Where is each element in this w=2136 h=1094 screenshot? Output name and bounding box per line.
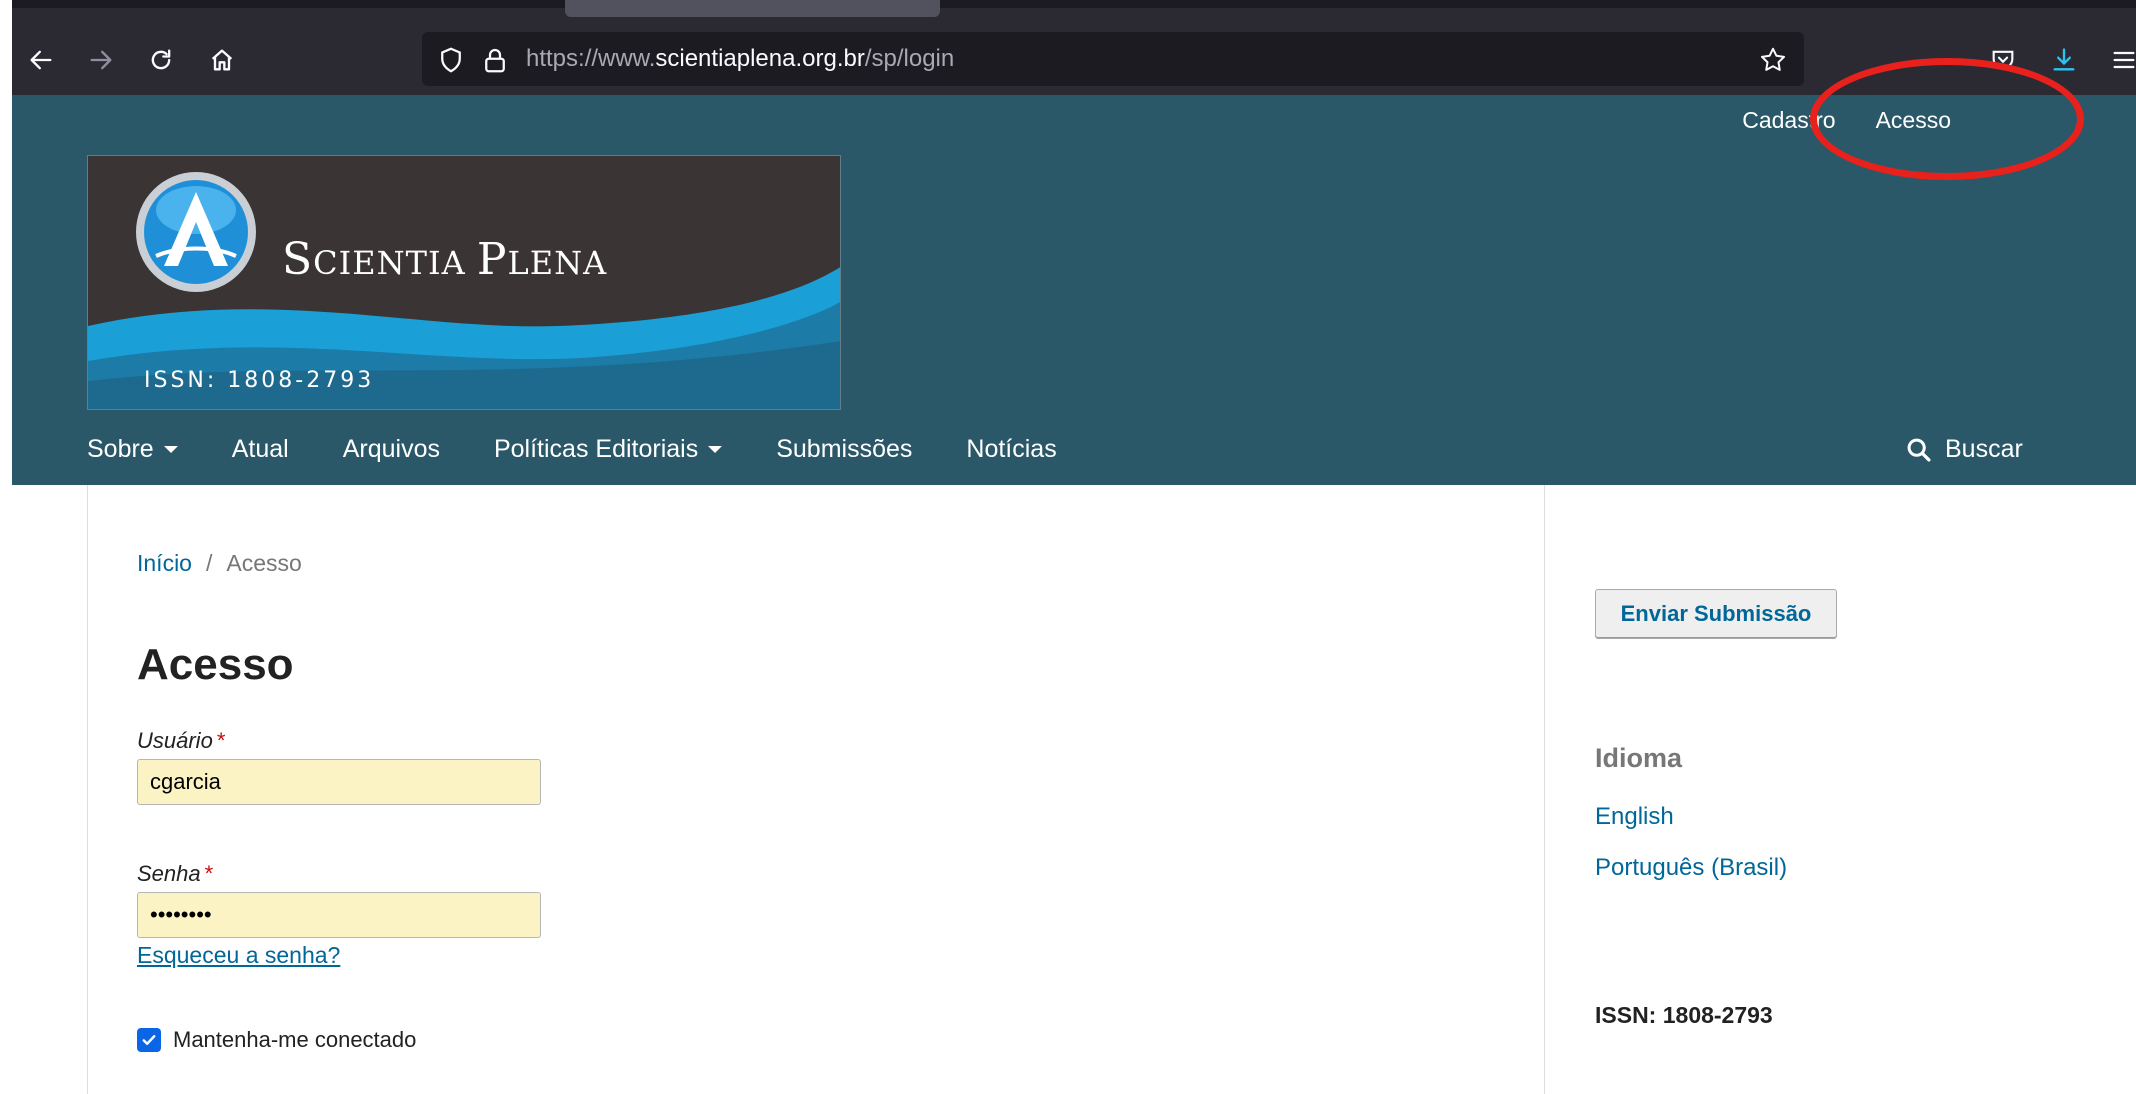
- breadcrumb: Início / Acesso: [137, 550, 302, 577]
- main-content: Início / Acesso Acesso Usuário * cgarcia Se…: [87, 485, 1545, 1094]
- language-link-portugues[interactable]: Português (Brasil): [1595, 854, 1787, 882]
- nav-item-noticias[interactable]: Notícias: [966, 435, 1056, 464]
- browser-toolbar: https://www.scientiaplena.org.br/sp/logi…: [0, 0, 2136, 95]
- dropdown-caret-icon: [708, 446, 723, 453]
- logo-globe-icon: [136, 172, 256, 292]
- breadcrumb-separator: /: [205, 550, 213, 576]
- nav-item-submissoes[interactable]: Submissões: [776, 435, 912, 464]
- language-title: Idioma: [1595, 743, 1683, 773]
- nav-label: Sobre: [87, 435, 154, 463]
- bookmark-star-icon[interactable]: [1758, 45, 1788, 75]
- logo-title-rest-2: LENA: [507, 244, 608, 282]
- remember-me-label: Mantenha-me conectado: [173, 1027, 417, 1052]
- nav-label: Submissões: [776, 435, 913, 463]
- breadcrumb-current: Acesso: [226, 550, 302, 576]
- url-prefix: https://www.: [526, 45, 656, 72]
- tab-indicator[interactable]: [565, 0, 940, 17]
- main-nav: Sobre Atual Arquivos Políticas Editoriai…: [87, 435, 1111, 464]
- dropdown-caret-icon: [163, 446, 178, 453]
- search-icon: [1907, 438, 1931, 462]
- lock-icon[interactable]: [480, 45, 510, 75]
- url-host: scientiaplena.org.br: [655, 45, 865, 72]
- username-label-text: Usuário: [137, 728, 213, 753]
- logo-title: SCIENTIA PLENA: [282, 234, 607, 285]
- logo-title-initial-2: P: [476, 234, 508, 285]
- password-input[interactable]: ••••••••: [137, 892, 541, 938]
- nav-label: Arquivos: [342, 435, 440, 463]
- site-header: Cadastro Acesso SCIENTIA PLENA ISSN: 180…: [12, 95, 2136, 485]
- required-mark: *: [216, 728, 226, 753]
- logo-title-rest-1: CIENTIA: [313, 244, 477, 282]
- nav-label: Notícias: [966, 435, 1057, 463]
- reload-icon[interactable]: [143, 42, 179, 78]
- nav-item-sobre[interactable]: Sobre: [87, 435, 178, 464]
- password-label-text: Senha: [137, 861, 201, 886]
- window-edge: [0, 0, 12, 1094]
- sidebar-issn: ISSN: 1808-2793: [1595, 1002, 1773, 1028]
- username-label: Usuário *: [137, 728, 225, 754]
- logo-title-initial-1: S: [282, 234, 314, 285]
- remember-me-checkbox[interactable]: Mantenha-me conectado: [137, 1027, 416, 1053]
- nav-label: Atual: [231, 435, 289, 463]
- logo-issn: ISSN: 1808-2793: [144, 368, 375, 393]
- forward-icon[interactable]: [83, 42, 119, 78]
- language-link-english[interactable]: English: [1595, 803, 1674, 831]
- tab-strip: [0, 0, 2136, 8]
- download-icon[interactable]: [2046, 42, 2082, 78]
- url-bar[interactable]: https://www.scientiaplena.org.br/sp/logi…: [422, 32, 1804, 86]
- search-link[interactable]: Buscar: [1905, 435, 2023, 464]
- annotation-circle: [1810, 58, 2084, 180]
- nav-label: Políticas Editoriais: [493, 435, 699, 463]
- submit-manuscript-button[interactable]: Enviar Submissão: [1595, 589, 1837, 639]
- nav-item-atual[interactable]: Atual: [232, 435, 289, 464]
- back-icon[interactable]: [23, 42, 59, 78]
- menu-icon[interactable]: [2106, 42, 2136, 78]
- required-mark: *: [204, 861, 214, 886]
- search-label: Buscar: [1945, 435, 2023, 463]
- url-path: /sp/login: [864, 45, 955, 72]
- journal-logo[interactable]: SCIENTIA PLENA ISSN: 1808-2793: [87, 155, 841, 410]
- nav-item-politicas[interactable]: Políticas Editoriais: [493, 435, 723, 464]
- url-text[interactable]: https://www.scientiaplena.org.br/sp/logi…: [526, 45, 954, 73]
- username-input[interactable]: cgarcia: [137, 759, 541, 805]
- nav-item-arquivos[interactable]: Arquivos: [343, 435, 440, 464]
- checkbox-checked-icon[interactable]: [137, 1028, 161, 1052]
- page-title: Acesso: [137, 640, 294, 689]
- forgot-password-link[interactable]: Esqueceu a senha?: [137, 942, 340, 969]
- breadcrumb-home-link[interactable]: Início: [137, 550, 192, 576]
- home-icon[interactable]: [204, 42, 240, 78]
- sidebar: Enviar Submissão Idioma English Portuguê…: [1545, 485, 2136, 1094]
- shield-icon[interactable]: [436, 45, 466, 75]
- password-label: Senha *: [137, 861, 213, 887]
